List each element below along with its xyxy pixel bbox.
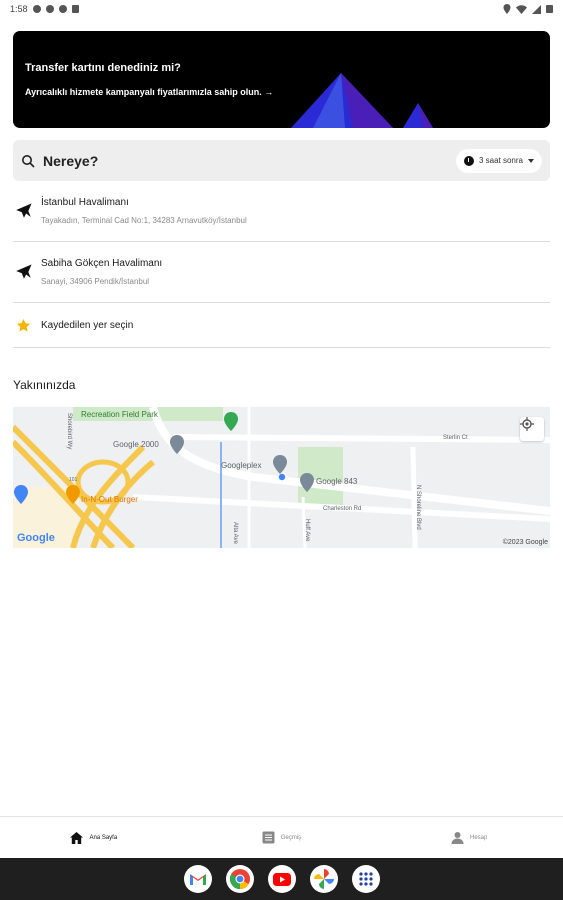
map-label-shoreline: N Shoreline Blvd	[415, 485, 421, 530]
chevron-down-icon	[528, 158, 534, 163]
promo-banner[interactable]: Transfer kartını denediniz mi? Ayrıcalık…	[13, 31, 550, 128]
map-google-logo: Google	[17, 532, 55, 544]
map-label-huff: Huff Ave	[304, 519, 310, 542]
nearby-map[interactable]: Recreation Field Park Google 2000 Google…	[13, 407, 550, 548]
map-label-recreation: Recreation Field Park	[81, 410, 158, 419]
map-copyright: ©2023 Google	[502, 539, 548, 546]
gmail-icon[interactable]	[183, 865, 212, 893]
place-address: Sanayi, 34906 Pendik/İstanbul	[41, 277, 150, 286]
list-item[interactable]: İstanbul Havalimanı Tayakadın, Terminal …	[13, 181, 550, 242]
bottom-navigation: Ana Sayfa Geçmiş Hesap	[0, 816, 563, 858]
map-label-google843: Google 843	[316, 477, 358, 486]
saved-place-label: Kaydedilen yer seçin	[41, 319, 134, 331]
app-drawer-icon[interactable]	[351, 865, 380, 893]
search-icon	[22, 154, 35, 168]
destination-search[interactable]: Nereye? 3 saat sonra	[13, 140, 550, 181]
notification-icon	[71, 5, 79, 13]
place-title: Sabiha Gökçen Havalimanı	[41, 258, 163, 269]
place-title: İstanbul Havalimanı	[41, 197, 129, 208]
my-location-button[interactable]	[520, 417, 544, 441]
nav-history[interactable]: Geçmiş	[188, 817, 376, 858]
place-address: Tayakadın, Terminal Cad No:1, 34283 Arna…	[41, 216, 247, 225]
system-dock	[0, 858, 563, 900]
list-item[interactable]: Sabiha Gökçen Havalimanı Sanayi, 34906 P…	[13, 242, 550, 303]
location-icon	[503, 4, 511, 14]
map-label-google2000: Google 2000	[113, 440, 159, 449]
status-time: 1:58	[10, 4, 28, 14]
nav-home[interactable]: Ana Sayfa	[0, 817, 188, 858]
photos-icon[interactable]	[309, 865, 338, 893]
crosshair-icon	[520, 417, 534, 431]
airplane-icon	[13, 264, 41, 280]
search-label: Nereye?	[43, 152, 99, 169]
nav-account[interactable]: Hesap	[375, 817, 563, 858]
map-label-alta: Alta Ave	[232, 522, 238, 544]
map-label-innout: In-N-Out Burger	[81, 495, 138, 504]
nearby-title: Yakınınızda	[13, 378, 76, 392]
schedule-time-label: 3 saat sonra	[478, 156, 523, 165]
chrome-icon[interactable]	[225, 865, 254, 893]
star-icon	[13, 318, 41, 333]
suggestions-list: İstanbul Havalimanı Tayakadın, Terminal …	[13, 181, 550, 348]
account-icon	[451, 832, 464, 844]
notification-icon	[32, 5, 41, 13]
banner-link[interactable]: Ayrıcalıklı hizmete kampanyalı fiyatları…	[25, 87, 273, 97]
history-icon	[262, 831, 275, 844]
airplane-icon	[13, 203, 41, 219]
pyramid-illustration	[291, 73, 433, 128]
map-label-sterlin: Sterlin Ct	[443, 435, 468, 441]
map-label-charleston: Charleston Rd	[323, 506, 362, 512]
notification-icon	[58, 5, 67, 13]
battery-icon	[546, 5, 553, 13]
home-icon	[70, 831, 84, 844]
nav-home-label: Ana Sayfa	[89, 834, 118, 841]
schedule-time-chip[interactable]: 3 saat sonra	[455, 148, 542, 173]
map-label-googleplex: Googleplex	[221, 461, 262, 470]
banner-title: Transfer kartını denediniz mi?	[25, 62, 181, 74]
map-label-hwy: 101	[69, 477, 78, 483]
status-bar: 1:58	[0, 0, 563, 18]
clock-icon	[463, 155, 474, 166]
notification-icon	[45, 5, 54, 13]
youtube-icon[interactable]	[267, 865, 296, 893]
saved-place-row[interactable]: Kaydedilen yer seçin	[13, 303, 550, 348]
nav-history-label: Geçmiş	[280, 834, 302, 841]
map-label-shorebird: Shorebird Wy	[66, 413, 72, 450]
signal-icon	[532, 4, 541, 14]
wifi-icon	[516, 4, 527, 14]
map-graphics	[13, 407, 550, 548]
nav-account-label: Hesap	[470, 834, 488, 841]
